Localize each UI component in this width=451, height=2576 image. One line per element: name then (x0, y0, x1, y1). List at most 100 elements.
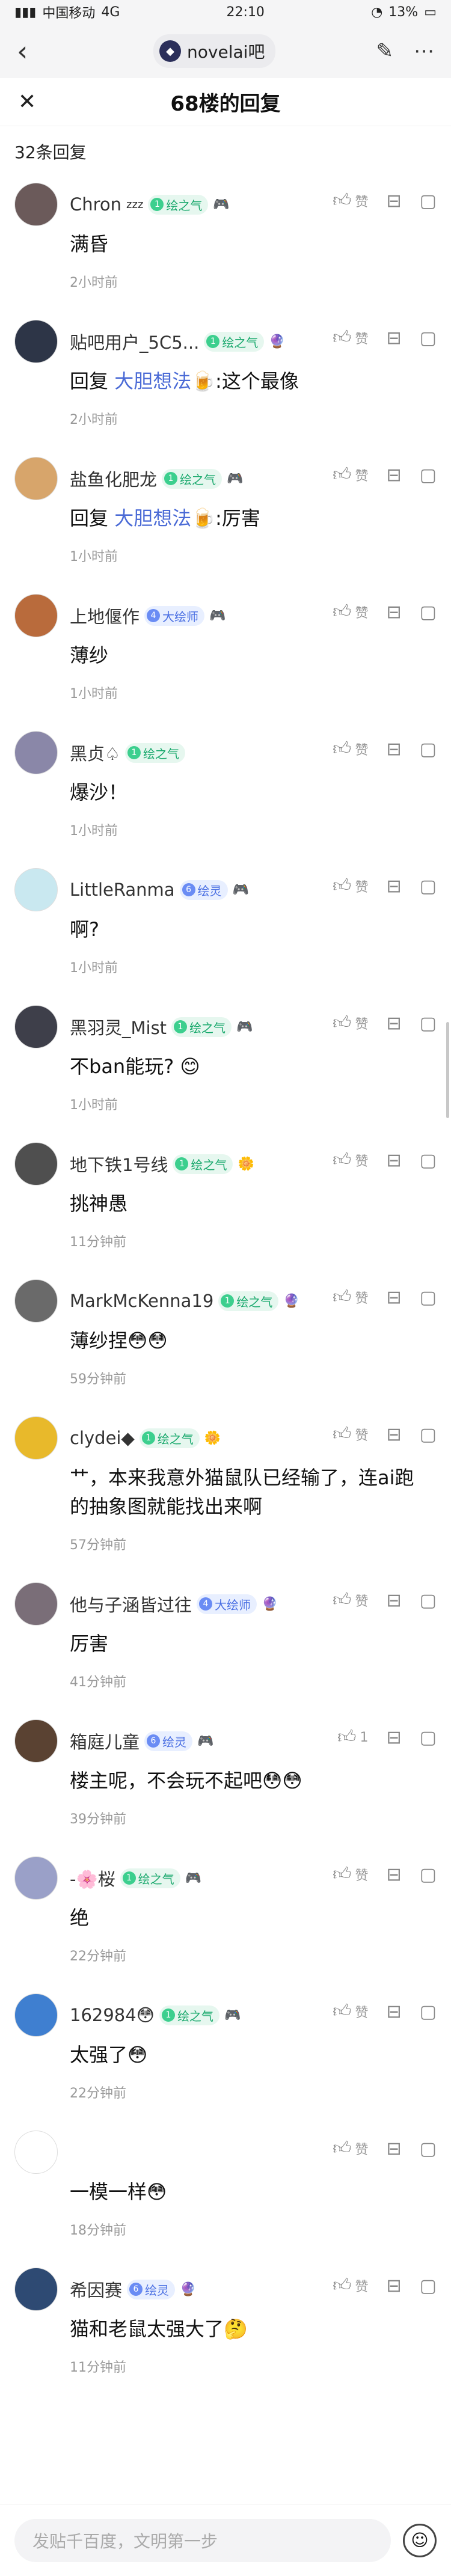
like-button[interactable]: 👍︎ 赞 (333, 738, 368, 760)
like-button[interactable]: 👍︎ 赞 (333, 2275, 368, 2296)
like-button[interactable]: 👍︎ 赞 (333, 1149, 368, 1171)
reply-comment-icon[interactable]: ▢ (420, 1150, 437, 1171)
like-button[interactable]: 👍︎ 赞 (333, 1589, 368, 1611)
reply-item[interactable]: 他与子涵皆过往 4 大绘师 🔮 厉害 41分钟前 👍︎ 赞 ⊟ ▢ (0, 1569, 451, 1706)
username[interactable]: 贴吧用户_5C5... (70, 329, 199, 354)
username[interactable]: -🌸桜 (70, 1865, 115, 1891)
back-chevron-icon[interactable]: ‹ (17, 35, 53, 67)
emoji-icon[interactable]: ☺ (403, 2523, 437, 2557)
thumb-down-icon[interactable]: ⊟ (387, 1150, 402, 1171)
like-button[interactable]: 👍︎ 赞 (333, 601, 368, 623)
like-button[interactable]: 👍︎ 赞 (333, 2138, 368, 2159)
reply-item[interactable]: Chron zzz 1 绘之气 🎮 满昏 2小时前 👍︎ 赞 ⊟ ▢ (0, 170, 451, 307)
like-button[interactable]: 👍︎ 赞 (333, 1286, 368, 1308)
like-button[interactable]: 👍︎ 赞 (333, 327, 368, 349)
reply-input[interactable]: 发贴千百度，文明第一步 (14, 2518, 391, 2562)
thumb-down-icon[interactable]: ⊟ (387, 328, 402, 349)
avatar[interactable] (14, 1279, 58, 1323)
username[interactable]: 箱庭儿童 (70, 1728, 140, 1754)
username[interactable]: 黑羽灵_Mist (70, 1014, 167, 1039)
like-button[interactable]: 👍︎ 赞 (333, 464, 368, 486)
avatar[interactable] (14, 1719, 58, 1763)
username[interactable]: clydei◆ (70, 1428, 135, 1448)
avatar[interactable] (14, 1416, 58, 1460)
more-icon[interactable]: ⋯ (414, 39, 434, 63)
reply-comment-icon[interactable]: ▢ (420, 328, 437, 349)
avatar[interactable] (14, 2131, 58, 2174)
reply-to-user-link[interactable]: 大胆想法🍺 (114, 507, 215, 530)
thumb-down-icon[interactable]: ⊟ (387, 2001, 402, 2022)
avatar[interactable] (14, 457, 58, 500)
username[interactable]: Chron (70, 194, 121, 215)
thumb-down-icon[interactable]: ⊟ (387, 1864, 402, 1885)
reply-comment-icon[interactable]: ▢ (420, 739, 437, 760)
thumb-down-icon[interactable]: ⊟ (387, 2138, 402, 2159)
username[interactable]: MarkMcKenna19 (70, 1291, 213, 1311)
like-button[interactable]: 👍︎ 赞 (333, 2001, 368, 2022)
username[interactable]: LittleRanma (70, 880, 175, 900)
reply-item[interactable]: 箱庭儿童 6 绘灵 🎮 楼主呢，不会玩不起吧😳😳 39分钟前 👍︎ 1 ⊟ ▢ (0, 1706, 451, 1843)
reply-item[interactable]: 贴吧用户_5C5... 1 绘之气 🔮 回复 大胆想法🍺:这个最像 2小时前 👍︎ 赞 ⊟ ▢ (0, 307, 451, 444)
reply-comment-icon[interactable]: ▢ (420, 602, 437, 623)
thumb-down-icon[interactable]: ⊟ (387, 2275, 402, 2296)
reply-comment-icon[interactable]: ▢ (420, 1424, 437, 1445)
username[interactable]: 地下铁1号线 (70, 1151, 168, 1176)
close-icon[interactable]: ✕ (18, 90, 36, 114)
username[interactable]: 盐鱼化肥龙 (70, 466, 157, 491)
username[interactable]: 162984😳 (70, 2005, 155, 2025)
avatar[interactable] (14, 1856, 58, 1900)
reply-comment-icon[interactable]: ▢ (420, 2275, 437, 2296)
reply-item[interactable]: 希因赛 6 绘灵 🔮 猫和老鼠太强大了🤔 11分钟前 👍︎ 赞 ⊟ ▢ (0, 2254, 451, 2391)
reply-item[interactable]: 黑贞♤ 1 绘之气 爆沙！ 1小时前 👍︎ 赞 ⊟ ▢ (0, 718, 451, 855)
avatar[interactable] (14, 731, 58, 774)
avatar[interactable] (14, 320, 58, 363)
thumb-down-icon[interactable]: ⊟ (387, 191, 402, 212)
like-button[interactable]: 👍︎ 赞 (333, 1012, 368, 1034)
reply-comment-icon[interactable]: ▢ (420, 1727, 437, 1748)
username[interactable]: 他与子涵皆过往 (70, 1591, 192, 1617)
reply-item[interactable]: -🌸桜 1 绘之气 🎮 绝 22分钟前 👍︎ 赞 ⊟ ▢ (0, 1843, 451, 1980)
like-button[interactable]: 👍︎ 赞 (333, 875, 368, 897)
thumb-down-icon[interactable]: ⊟ (387, 739, 402, 760)
avatar[interactable] (14, 1142, 58, 1186)
avatar[interactable] (14, 868, 58, 911)
thumb-down-icon[interactable]: ⊟ (387, 1727, 402, 1748)
avatar[interactable] (14, 1005, 58, 1048)
reply-comment-icon[interactable]: ▢ (420, 2001, 437, 2022)
username[interactable]: 希因赛 (70, 2277, 122, 2302)
reply-item[interactable]: 盐鱼化肥龙 1 绘之气 🎮 回复 大胆想法🍺:厉害 1小时前 👍︎ 赞 ⊟ ▢ (0, 444, 451, 581)
like-button[interactable]: 👍︎ 赞 (333, 190, 368, 212)
reply-item[interactable]: 162984😳 1 绘之气 🎮 太强了😳 22分钟前 👍︎ 赞 ⊟ ▢ (0, 1980, 451, 2117)
reply-item[interactable]: LittleRanma 6 绘灵 🎮 啊? 1小时前 👍︎ 赞 ⊟ ▢ (0, 855, 451, 992)
reply-comment-icon[interactable]: ▢ (420, 2138, 437, 2159)
thumb-down-icon[interactable]: ⊟ (387, 1590, 402, 1611)
avatar[interactable] (14, 1582, 58, 1626)
like-button[interactable]: 👍︎ 1 (337, 1727, 368, 1748)
reply-to-user-link[interactable]: 大胆想法🍺 (114, 370, 215, 393)
reply-comment-icon[interactable]: ▢ (420, 1287, 437, 1308)
reply-comment-icon[interactable]: ▢ (420, 876, 437, 897)
thumb-down-icon[interactable]: ⊟ (387, 1287, 402, 1308)
reply-comment-icon[interactable]: ▢ (420, 465, 437, 486)
reply-item[interactable]: clydei◆ 1 绘之气 🌼 艹，本来我意外猫鼠队已经输了，连ai跑的抽象图就能找出来… (0, 1403, 451, 1569)
like-button[interactable]: 👍︎ 赞 (333, 1864, 368, 1885)
thumb-down-icon[interactable]: ⊟ (387, 876, 402, 897)
reply-item[interactable]: MarkMcKenna19 1 绘之气 🔮 薄纱捏😳😳 59分钟前 👍︎ 赞 ⊟ ▢ (0, 1266, 451, 1403)
edit-icon[interactable]: ✎ (376, 39, 394, 63)
reply-comment-icon[interactable]: ▢ (420, 1864, 437, 1885)
reply-item[interactable]: 上地偃作 4 大绘师 🎮 薄纱 1小时前 👍︎ 赞 ⊟ ▢ (0, 581, 451, 718)
reply-item[interactable]: 黑羽灵_Mist 1 绘之气 🎮 不ban能玩? 😊 1小时前 👍︎ 赞 ⊟ ▢ (0, 992, 451, 1129)
reply-comment-icon[interactable]: ▢ (420, 1590, 437, 1611)
thumb-down-icon[interactable]: ⊟ (387, 465, 402, 486)
reply-item[interactable]: 地下铁1号线 1 绘之气 🌼 挑神愚 11分钟前 👍︎ 赞 ⊟ ▢ (0, 1129, 451, 1266)
avatar[interactable] (14, 2268, 58, 2311)
thumb-down-icon[interactable]: ⊟ (387, 1013, 402, 1034)
avatar[interactable] (14, 1993, 58, 2037)
thumb-down-icon[interactable]: ⊟ (387, 1424, 402, 1445)
thumb-down-icon[interactable]: ⊟ (387, 602, 402, 623)
like-button[interactable]: 👍︎ 赞 (333, 1424, 368, 1445)
avatar[interactable] (14, 183, 58, 226)
avatar[interactable] (14, 594, 58, 637)
scrollbar[interactable] (446, 1022, 449, 1118)
username[interactable]: 上地偃作 (70, 603, 140, 628)
